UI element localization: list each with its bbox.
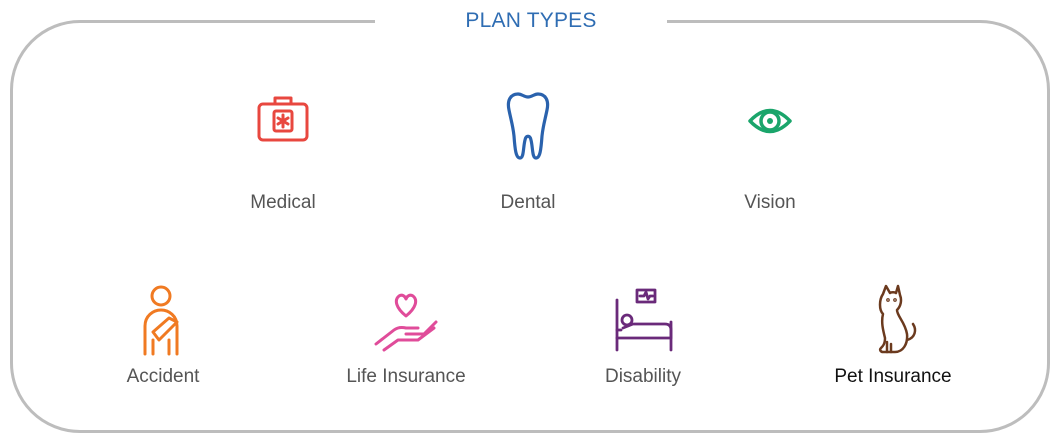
plan-label-dental: Dental (500, 192, 556, 213)
plan-accident[interactable]: Accident (63, 282, 263, 388)
plan-dental[interactable]: Dental (428, 88, 628, 214)
plan-pet-insurance[interactable]: Pet Insurance (793, 282, 993, 388)
plan-label-disability: Disability (604, 366, 682, 387)
plan-label-life-insurance: Life Insurance (346, 366, 466, 387)
plan-disability[interactable]: Disability (543, 282, 743, 388)
plan-medical[interactable]: Medical (183, 88, 383, 214)
cat-icon (853, 282, 933, 358)
hospital-bed-monitor-icon (603, 282, 683, 358)
tooth-icon (488, 88, 568, 164)
plan-label-medical: Medical (250, 192, 316, 213)
plan-vision[interactable]: Vision (670, 88, 870, 214)
section-title: PLAN TYPES (465, 9, 597, 32)
heart-in-hand-icon (366, 282, 446, 358)
arm-sling-icon (123, 282, 203, 358)
plan-label-pet-insurance: Pet Insurance (834, 366, 952, 387)
plan-life-insurance[interactable]: Life Insurance (306, 282, 506, 388)
eye-icon (730, 88, 810, 164)
plan-label-vision: Vision (744, 192, 796, 213)
plan-label-accident: Accident (126, 366, 200, 387)
first-aid-kit-icon (243, 88, 323, 164)
